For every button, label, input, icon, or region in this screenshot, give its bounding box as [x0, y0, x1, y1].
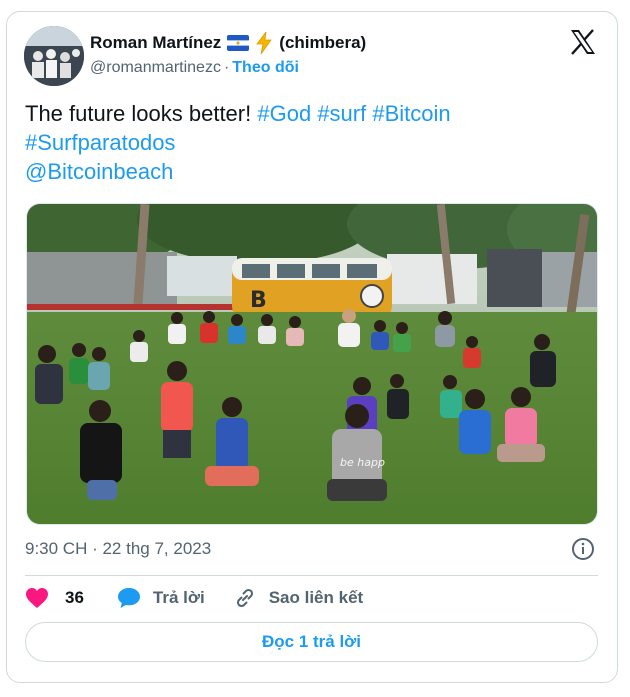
reply-button[interactable]: Trả lời — [117, 587, 205, 609]
reply-label: Trả lời — [152, 588, 205, 607]
copy-link-label: Sao liên kết — [268, 588, 364, 607]
author-name[interactable]: Roman Martínez — [90, 33, 221, 53]
copy-link-button[interactable]: Sao liên kết — [233, 586, 363, 610]
heart-icon — [26, 588, 48, 608]
avatar[interactable] — [24, 26, 84, 86]
author-name-row[interactable]: Roman Martínez (chimbera) — [90, 32, 366, 54]
author-handle[interactable]: @romanmartinezc — [90, 59, 221, 76]
photo-group-in-circle: B 7 be happ — [27, 204, 597, 524]
separator-dot: · — [223, 59, 230, 76]
tweet-text: The future looks better! #God #surf #Bit… — [25, 99, 605, 186]
author-name-suffix: (chimbera) — [279, 33, 367, 52]
speech-bubble-icon — [117, 588, 140, 608]
like-button[interactable]: 36 — [25, 587, 84, 609]
avatar-image — [24, 26, 84, 86]
hashtag-bitcoin[interactable]: #Bitcoin — [372, 101, 450, 126]
divider — [25, 575, 598, 576]
read-replies-label: Đọc 1 trả lời — [261, 632, 361, 651]
lightning-bolt-icon — [256, 32, 273, 54]
handle-row: @romanmartinezc · Theo dõi — [90, 59, 299, 77]
read-replies-button[interactable]: Đọc 1 trả lời — [25, 622, 598, 662]
hashtag-god[interactable]: #God — [257, 101, 311, 126]
svg-text:B: B — [250, 288, 267, 313]
hashtag-surfparatodos[interactable]: #Surfparatodos — [25, 130, 175, 155]
info-icon[interactable] — [571, 537, 595, 561]
svg-text:be happ: be happ — [340, 456, 385, 469]
link-icon — [236, 588, 253, 608]
hashtag-surf[interactable]: #surf — [317, 101, 366, 126]
tweet-timestamp[interactable]: 9:30 CH · 22 thg 7, 2023 — [25, 539, 211, 559]
mention-bitcoinbeach[interactable]: @Bitcoinbeach — [25, 159, 173, 184]
follow-button[interactable]: Theo dõi — [232, 59, 299, 76]
action-bar: 36 Trả lời Sao liên kết — [25, 586, 363, 610]
tweet-text-plain: The future looks better! — [25, 101, 252, 126]
x-logo-icon[interactable] — [568, 27, 598, 57]
like-count: 36 — [65, 588, 84, 607]
tweet-photo[interactable]: B 7 be happ — [26, 203, 598, 525]
el-salvador-flag-icon — [227, 35, 250, 51]
